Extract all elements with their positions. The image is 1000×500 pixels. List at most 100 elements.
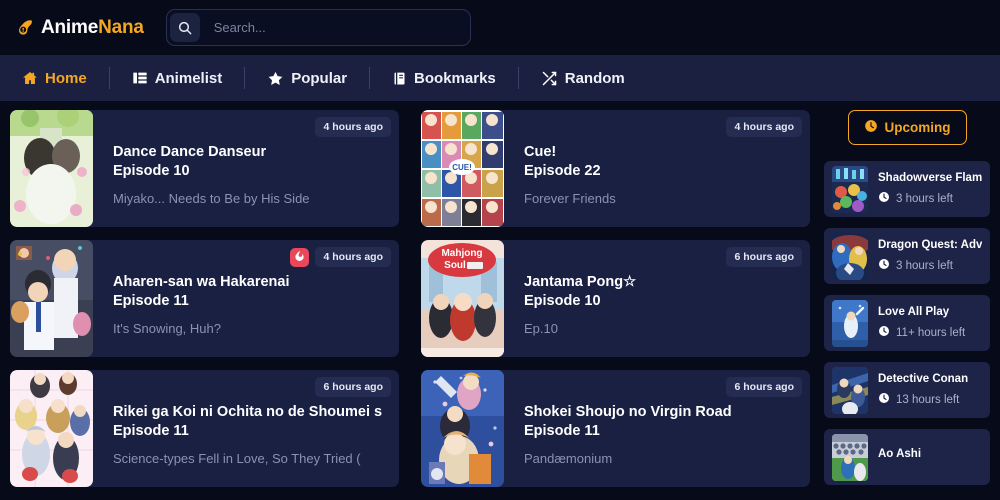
episode-subtitle: Pandæmonium	[524, 451, 613, 467]
episode-badges: 6 hours ago	[726, 377, 802, 397]
upcoming-info: Shadowverse Flame 3 hours left	[878, 172, 982, 206]
episode-number: Episode 11	[524, 423, 600, 440]
episode-thumbnail	[10, 110, 93, 227]
upcoming-info: Detective Conan 13 hours left	[878, 373, 982, 407]
upcoming-title: Ao Ashi	[878, 447, 922, 460]
search-button[interactable]	[169, 13, 200, 42]
upcoming-item[interactable]: Detective Conan 13 hours left	[824, 362, 990, 418]
episode-thumbnail	[10, 370, 93, 487]
upcoming-time-text: 11+ hours left	[896, 326, 966, 339]
episode-thumbnail	[421, 370, 504, 487]
upcoming-info: Dragon Quest: Adven 3 hours left	[878, 239, 982, 273]
clock-icon	[878, 392, 890, 407]
upcoming-info: Ao Ashi	[878, 448, 982, 467]
episode-subtitle: Ep.10	[524, 321, 558, 337]
site-header: AnimeNana	[0, 0, 1000, 55]
star-icon	[267, 70, 284, 87]
nav-item-animelist[interactable]: Animelist	[110, 70, 245, 87]
upcoming-time: 13 hours left	[878, 392, 982, 407]
time-ago-badge: 4 hours ago	[726, 117, 802, 137]
clock-icon	[878, 258, 890, 273]
time-ago-badge: 6 hours ago	[315, 377, 391, 397]
nav-item-popular[interactable]: Popular	[245, 70, 369, 87]
hot-badge	[290, 247, 310, 267]
episode-card[interactable]: Shokei Shoujo no Virgin Road Episode 11 …	[421, 370, 810, 487]
nav-label: Popular	[291, 69, 348, 87]
episode-number: Episode 11	[113, 293, 189, 310]
episode-title: Cue!	[524, 144, 557, 160]
episode-title: Aharen-san wa Hakarenai	[113, 274, 290, 290]
episode-card[interactable]: Mahjong Soul Jantama Pong☆ Episode 10 Ep…	[421, 240, 810, 357]
time-ago-badge: 4 hours ago	[315, 247, 391, 267]
episode-number: Episode 11	[113, 423, 189, 440]
time-ago-badge: 4 hours ago	[315, 117, 391, 137]
page-content: Dance Dance Danseur Episode 10 Miyako...…	[0, 101, 1000, 500]
upcoming-thumbnail	[832, 433, 868, 481]
episode-badges: 6 hours ago	[315, 377, 391, 397]
upcoming-thumbnail	[832, 299, 868, 347]
upcoming-item[interactable]: Love All Play 11+ hours left	[824, 295, 990, 351]
nav-item-home[interactable]: Home	[22, 70, 109, 87]
upcoming-list: Shadowverse Flame 3 hours left Dragon Qu…	[824, 161, 990, 485]
upcoming-item[interactable]: Ao Ashi	[824, 429, 990, 485]
time-ago-badge: 6 hours ago	[726, 377, 802, 397]
episode-badges: 4 hours ago	[290, 247, 391, 267]
main-navigation: Home Animelist Popular Bookmarks Random	[0, 55, 1000, 101]
list-icon	[132, 70, 148, 86]
episode-badges: 4 hours ago	[315, 117, 391, 137]
episode-title: Rikei ga Koi ni Ochita no de Shoumei s	[113, 404, 383, 420]
episode-card[interactable]: Aharen-san wa Hakarenai Episode 11 It's …	[10, 240, 399, 357]
nav-label: Animelist	[154, 69, 223, 87]
episode-feed: Dance Dance Danseur Episode 10 Miyako...…	[10, 110, 810, 500]
logo-text-primary: Anime	[41, 16, 99, 38]
search-input[interactable]	[199, 20, 467, 35]
upcoming-time-text: 13 hours left	[896, 393, 960, 406]
upcoming-title: Dragon Quest: Adven	[878, 239, 982, 251]
time-ago-badge: 6 hours ago	[726, 247, 802, 267]
upcoming-time: 11+ hours left	[878, 325, 982, 340]
svg-text:CUE!: CUE!	[452, 163, 472, 172]
upcoming-time: 3 hours left	[878, 191, 982, 206]
shuffle-icon	[541, 70, 558, 87]
episode-number: Episode 22	[524, 163, 601, 180]
episode-card[interactable]: CUE! Cue! Episode 22 Forever Friends 4 h…	[421, 110, 810, 227]
svg-text:Soul: Soul	[444, 260, 466, 271]
bookmark-icon	[392, 71, 407, 86]
search-bar[interactable]	[165, 9, 471, 46]
upcoming-button[interactable]: Upcoming	[847, 110, 967, 145]
nav-label: Random	[564, 69, 625, 87]
episode-title: Jantama Pong☆	[524, 274, 637, 290]
episode-title: Shokei Shoujo no Virgin Road	[524, 404, 732, 420]
episode-thumbnail	[10, 240, 93, 357]
episode-thumbnail: CUE!	[421, 110, 504, 227]
upcoming-time-text: 3 hours left	[896, 259, 953, 272]
upcoming-time: 3 hours left	[878, 258, 982, 273]
clock-icon	[878, 191, 890, 206]
nav-item-random[interactable]: Random	[519, 70, 647, 87]
episode-card[interactable]: Rikei ga Koi ni Ochita no de Shoumei s E…	[10, 370, 399, 487]
comet-icon	[14, 18, 34, 38]
episode-number: Episode 10	[524, 293, 601, 310]
nav-item-bookmarks[interactable]: Bookmarks	[370, 70, 518, 87]
home-icon	[22, 70, 38, 86]
upcoming-thumbnail	[832, 232, 868, 280]
upcoming-label: Upcoming	[884, 120, 951, 135]
upcoming-sidebar: Upcoming Shadowverse Flame 3 hours left …	[824, 110, 990, 500]
episode-subtitle: It's Snowing, Huh?	[113, 321, 221, 337]
upcoming-item[interactable]: Shadowverse Flame 3 hours left	[824, 161, 990, 217]
episode-card[interactable]: Dance Dance Danseur Episode 10 Miyako...…	[10, 110, 399, 227]
episode-badges: 4 hours ago	[726, 117, 802, 137]
episode-thumbnail: Mahjong Soul	[421, 240, 504, 357]
upcoming-title: Shadowverse Flame	[878, 172, 982, 184]
clock-icon	[864, 119, 878, 136]
episode-subtitle: Forever Friends	[524, 191, 616, 207]
logo-text: AnimeNana	[41, 17, 144, 39]
site-logo[interactable]: AnimeNana	[14, 17, 144, 39]
upcoming-title: Love All Play	[878, 306, 950, 318]
clock-icon	[878, 325, 890, 340]
episode-subtitle: Science-types Fell in Love, So They Trie…	[113, 451, 361, 467]
nav-label: Bookmarks	[414, 69, 496, 87]
upcoming-title: Detective Conan	[878, 373, 969, 385]
upcoming-item[interactable]: Dragon Quest: Adven 3 hours left	[824, 228, 990, 284]
episode-subtitle: Miyako... Needs to Be by His Side	[113, 191, 310, 207]
